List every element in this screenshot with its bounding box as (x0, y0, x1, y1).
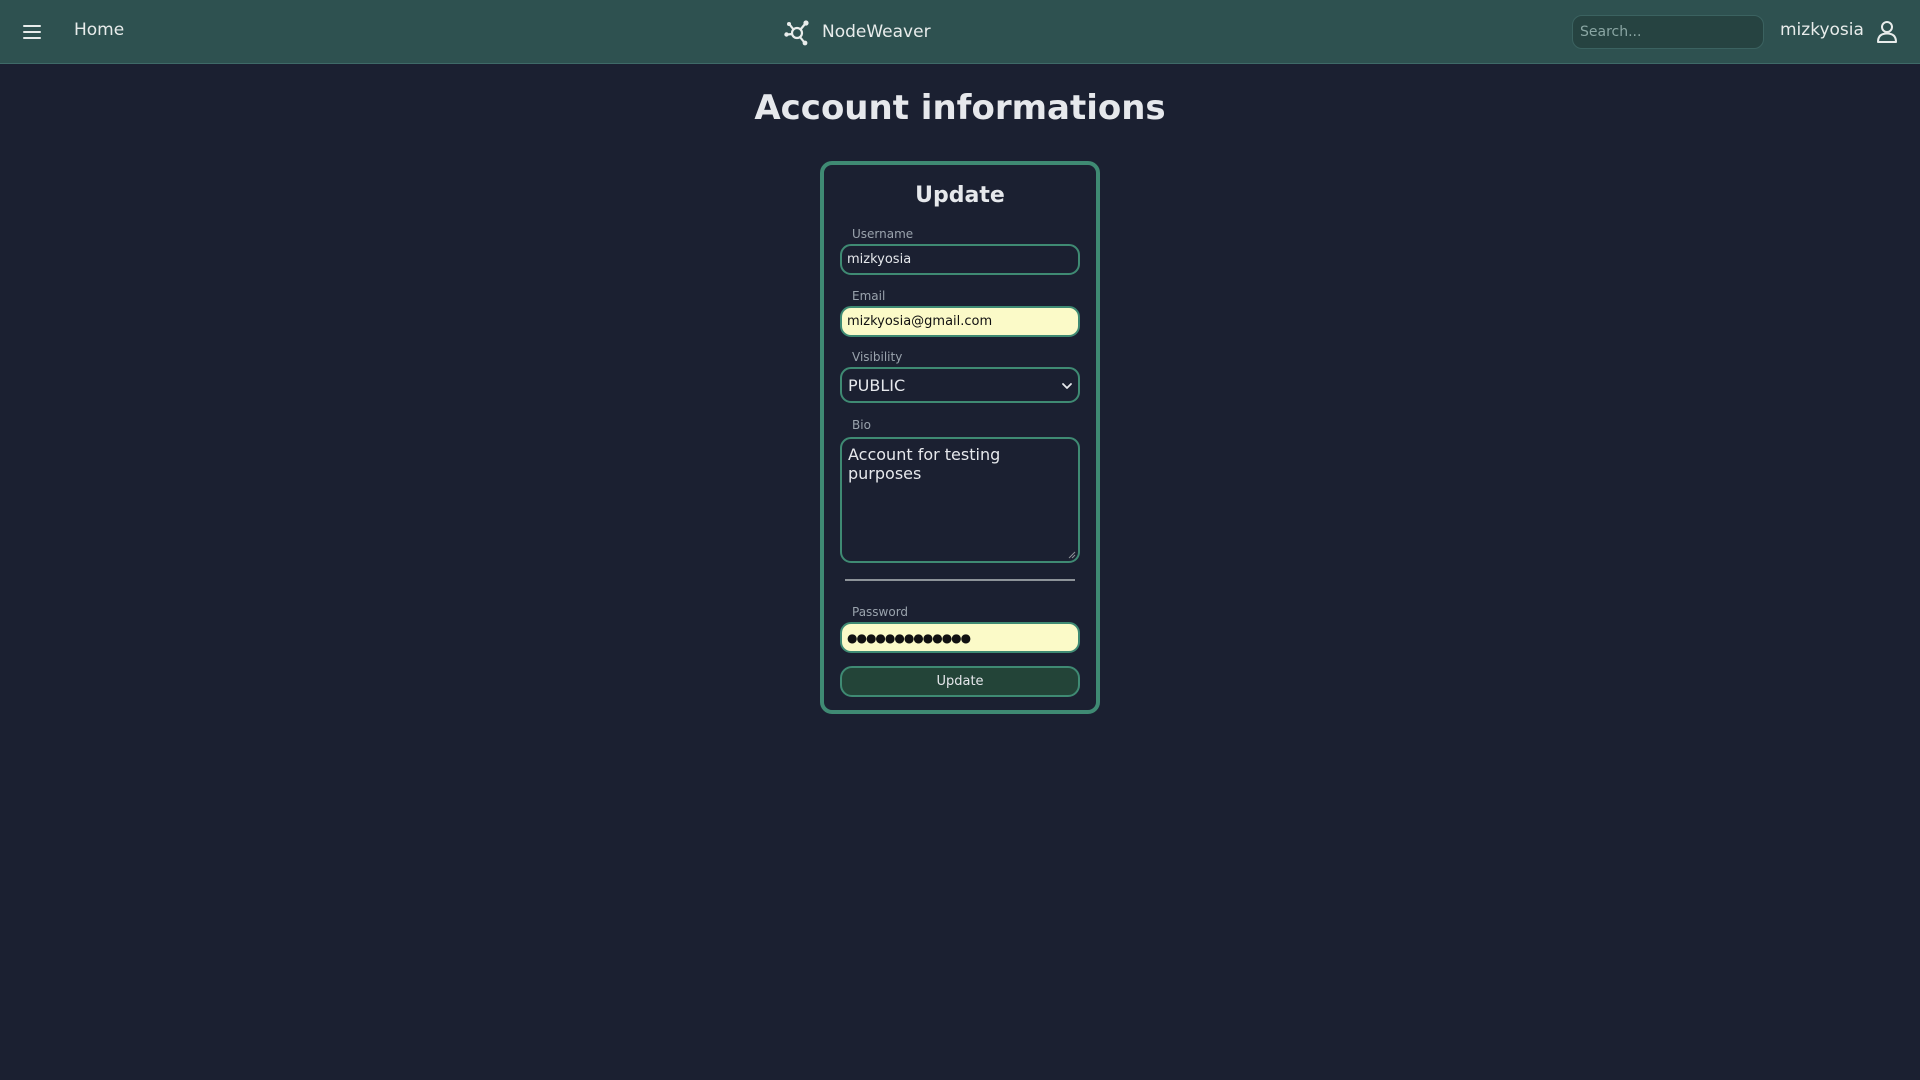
hamburger-menu-icon[interactable] (20, 20, 46, 44)
search-input[interactable] (1572, 15, 1764, 49)
visibility-select[interactable]: PUBLIC (840, 367, 1080, 403)
password-field[interactable] (840, 622, 1080, 653)
visibility-selected-value: PUBLIC (848, 375, 906, 395)
network-nodes-icon (784, 20, 809, 46)
bio-textarea[interactable]: Account for testing purposes (840, 437, 1080, 563)
username-field[interactable] (840, 244, 1080, 275)
brand[interactable]: NodeWeaver (784, 17, 931, 47)
page-title: Account informations (754, 88, 1166, 128)
password-label: Password (852, 605, 909, 619)
form-title: Update (915, 183, 1005, 208)
email-field[interactable] (840, 306, 1080, 337)
home-link[interactable]: Home (74, 20, 124, 40)
visibility-label: Visibility (852, 350, 903, 364)
chevron-down-icon (1062, 383, 1072, 389)
top-navbar: Home NodeWeaver mizkyosia (0, 0, 1920, 64)
bio-label: Bio (852, 418, 871, 432)
user-account-icon[interactable] (1876, 20, 1898, 44)
email-label: Email (852, 289, 886, 303)
update-form-card: Update Username Email Visibility PUBLIC … (820, 161, 1100, 714)
brand-name: NodeWeaver (822, 22, 931, 42)
username-label: Username (852, 227, 914, 241)
resize-grip-icon[interactable] (1068, 551, 1076, 559)
update-button[interactable]: Update (840, 666, 1080, 697)
form-divider (845, 579, 1075, 581)
user-name-link[interactable]: mizkyosia (1780, 20, 1864, 40)
